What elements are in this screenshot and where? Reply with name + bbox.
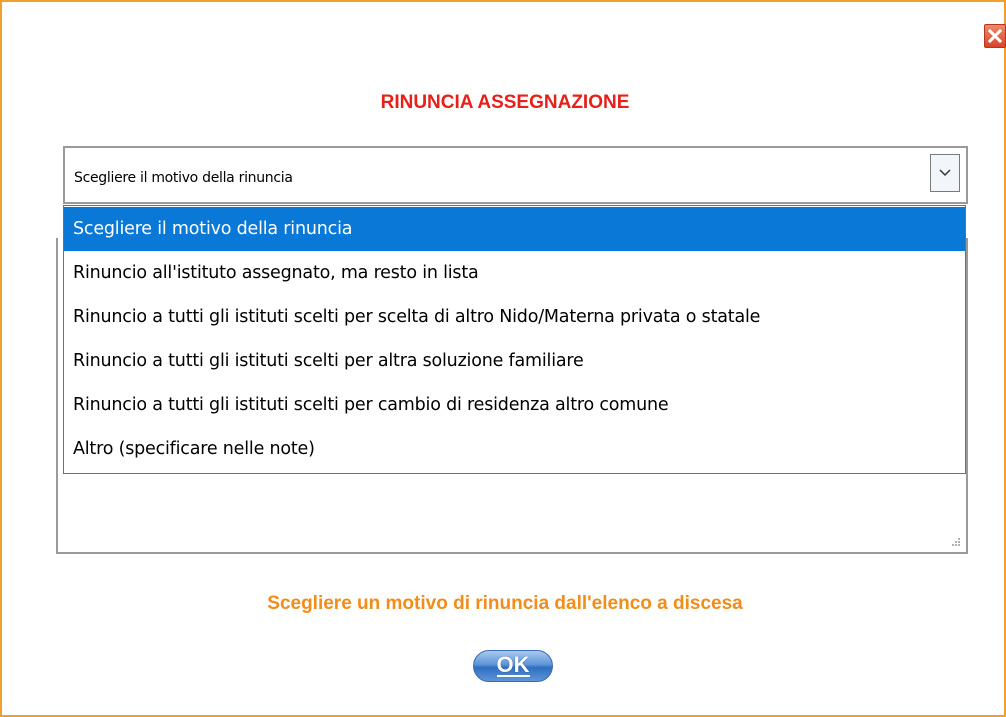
dropdown-option[interactable]: Rinuncio a tutti gli istituti scelti per… [64, 383, 965, 427]
dropdown-option[interactable]: Scegliere il motivo della rinuncia [64, 207, 965, 251]
close-button[interactable] [984, 24, 1006, 48]
renunciation-dialog: RINUNCIA ASSEGNAZIONE Scegliere il motiv… [0, 0, 1006, 717]
dropdown-option[interactable]: Rinuncio all'istituto assegnato, ma rest… [64, 251, 965, 295]
close-icon [988, 29, 1002, 43]
reason-select[interactable]: Scegliere il motivo della rinuncia [63, 146, 968, 204]
dropdown-option[interactable]: Altro (specificare nelle note) [64, 427, 965, 471]
dropdown-toggle-button[interactable] [930, 154, 960, 192]
hint-message: Scegliere un motivo di rinuncia dall'ele… [267, 593, 743, 614]
reason-select-value: Scegliere il motivo della rinuncia [74, 170, 293, 186]
ok-button[interactable]: OK [473, 650, 553, 682]
ok-button-label: OK [496, 652, 530, 677]
chevron-down-icon [939, 169, 951, 177]
dropdown-option[interactable]: Rinuncio a tutti gli istituti scelti per… [64, 339, 965, 383]
reason-dropdown-list: Scegliere il motivo della rinuncia Rinun… [63, 205, 966, 474]
resize-grip-icon[interactable] [950, 536, 960, 546]
dialog-title: RINUNCIA ASSEGNAZIONE [380, 92, 630, 113]
dropdown-option[interactable]: Rinuncio a tutti gli istituti scelti per… [64, 295, 965, 339]
